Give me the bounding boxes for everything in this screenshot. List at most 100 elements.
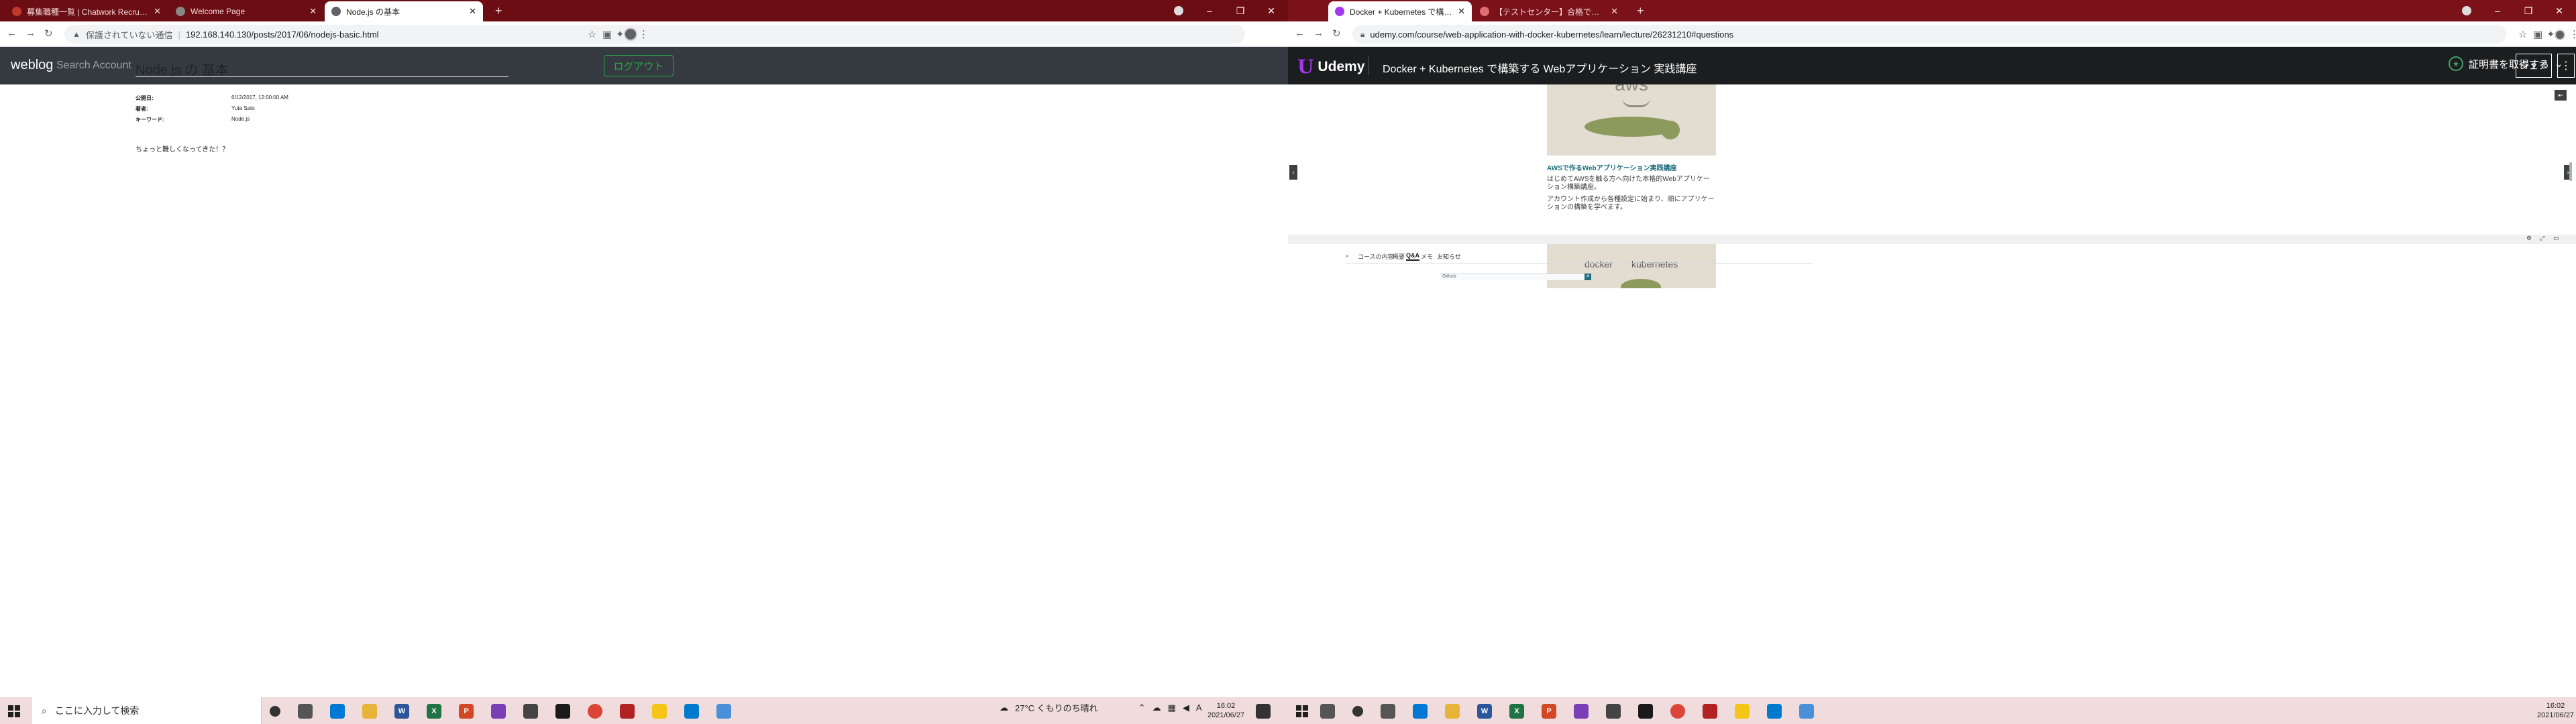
teams-icon[interactable] — [491, 704, 506, 719]
minimize-icon[interactable]: – — [2482, 5, 2513, 16]
clock[interactable]: 16:02 2021/06/27 — [1208, 701, 1244, 720]
folder-icon[interactable] — [652, 704, 667, 719]
browser-tab[interactable]: Welcome Page ✕ — [169, 1, 323, 21]
menu-icon[interactable]: ⋮ — [2569, 28, 2576, 40]
new-tab-icon[interactable]: + — [1637, 4, 1644, 18]
clear-search-button[interactable]: ✕ — [1585, 274, 1591, 280]
share-button[interactable]: シェア — [2516, 54, 2552, 78]
weather-icon[interactable]: ☁ — [1000, 703, 1008, 713]
browser-tab[interactable]: 募集職種一覧 | Chatwork Recruitin ✕ — [5, 1, 168, 21]
restore-icon[interactable]: ❐ — [1225, 5, 1256, 17]
browser-tab-active[interactable]: Docker + Kubernetes で構築する ✕ — [1328, 1, 1472, 21]
search-icon[interactable] — [1320, 704, 1335, 719]
weblog-brand[interactable]: weblog — [11, 58, 53, 73]
volume-icon[interactable]: ◀ — [1183, 703, 1189, 713]
close-tab-icon[interactable]: ✕ — [1611, 6, 1618, 17]
bookmark-star-icon[interactable]: ☆ — [588, 28, 596, 40]
clock[interactable]: 16:02 2021/06/27 — [2537, 701, 2574, 720]
bookmark-star-icon[interactable]: ☆ — [2518, 28, 2527, 40]
app-icon[interactable] — [716, 704, 731, 719]
powerpoint-icon[interactable]: P — [459, 704, 474, 719]
terminal-icon[interactable] — [555, 704, 570, 719]
cloud-icon[interactable]: ☁ — [1152, 703, 1161, 713]
extension-icon[interactable]: ▣ — [2533, 28, 2542, 40]
course-title[interactable]: Docker + Kubernetes で構築する Webアプリケーション 実践… — [1383, 60, 1697, 76]
terminal-icon[interactable] — [1638, 704, 1653, 719]
profile-avatar[interactable] — [624, 27, 637, 41]
chrome-icon[interactable] — [1670, 704, 1685, 719]
close-window-icon[interactable]: ✕ — [2544, 5, 2575, 17]
reload-icon[interactable]: ↻ — [44, 27, 53, 40]
udemy-logo[interactable]: U Udemy — [1297, 56, 1364, 78]
fullscreen-icon[interactable]: ⤢ — [2540, 235, 2544, 242]
powerpoint-icon[interactable]: P — [1542, 704, 1556, 719]
excel-icon[interactable]: X — [427, 704, 441, 719]
tab-qa[interactable]: Q&A — [1406, 252, 1419, 261]
close-tab-icon[interactable]: ✕ — [469, 6, 476, 17]
aws-course-link[interactable]: AWSで作るWebアプリケーション実践講座 — [1547, 162, 1677, 172]
sidebar-toggle-button[interactable]: ⇤ — [2555, 90, 2567, 101]
forward-icon[interactable]: → — [1313, 27, 1324, 39]
app-icon[interactable] — [523, 704, 538, 719]
task-view-icon[interactable] — [298, 704, 313, 719]
ime-indicator[interactable]: A — [1196, 703, 1202, 713]
mail-icon[interactable] — [1413, 704, 1428, 719]
windows-start-icon[interactable] — [1296, 705, 1308, 717]
close-window-icon[interactable]: ✕ — [1256, 5, 1287, 17]
teams-icon[interactable] — [1574, 704, 1589, 719]
close-tab-icon[interactable]: ✕ — [154, 6, 161, 17]
tab-notes[interactable]: メモ — [1421, 252, 1433, 261]
tab-announcements[interactable]: お知らせ — [1437, 252, 1461, 261]
app-icon[interactable] — [1799, 704, 1814, 719]
nav-account-link[interactable]: Account — [93, 60, 131, 72]
file-explorer-icon[interactable] — [362, 704, 377, 719]
warning-icon[interactable]: ▲ — [72, 29, 80, 39]
vscode-icon[interactable] — [1767, 704, 1782, 719]
reload-icon[interactable]: ↻ — [1332, 27, 1341, 40]
back-icon[interactable]: ← — [1295, 27, 1305, 39]
chrome-icon[interactable] — [588, 704, 602, 719]
profile-avatar[interactable] — [2555, 29, 2565, 40]
excel-icon[interactable]: X — [1509, 704, 1524, 719]
lock-icon[interactable]: 🔒︎ — [1360, 29, 1364, 40]
logout-button[interactable]: ログアウト — [604, 55, 674, 76]
theater-mode-icon[interactable]: ▭ — [2553, 235, 2559, 242]
browser-tab[interactable]: 【テストセンター】合格での受検日が近 ✕ — [1473, 1, 1625, 21]
extension-icon[interactable]: ▣ — [602, 28, 612, 40]
more-options-button[interactable]: ⋮ — [2557, 54, 2575, 78]
settings-icon[interactable]: ⚙ — [2526, 235, 2532, 242]
notification-icon[interactable] — [1256, 704, 1271, 719]
scrollbar[interactable] — [2569, 162, 2572, 181]
tab-course-content[interactable]: コースの内容 — [1358, 252, 1394, 261]
acrobat-icon[interactable] — [620, 704, 635, 719]
taskbar-search[interactable]: ⌕ ここに入力して検索 — [32, 697, 262, 724]
new-tab-icon[interactable]: + — [495, 4, 502, 18]
address-bar[interactable]: 🔒︎ udemy.com/course/web-application-with… — [1352, 25, 2506, 44]
aws-course-image[interactable]: aws — [1547, 84, 1716, 156]
back-icon[interactable]: ← — [7, 27, 17, 39]
puzzle-icon[interactable]: ✦ — [616, 28, 625, 40]
mail-icon[interactable] — [330, 704, 345, 719]
acrobat-icon[interactable] — [1703, 704, 1717, 719]
browser-tab-active[interactable]: Node.js の基本 ✕ — [325, 1, 483, 21]
prev-lecture-button[interactable]: ‹ — [1289, 165, 1297, 180]
search-icon[interactable]: ⌕ — [1346, 252, 1349, 259]
task-view-icon[interactable] — [1381, 704, 1395, 719]
app-icon[interactable] — [1606, 704, 1621, 719]
menu-icon[interactable]: ⋮ — [639, 28, 649, 40]
cortana-icon[interactable] — [270, 706, 280, 717]
puzzle-icon[interactable]: ✦ — [2546, 28, 2555, 40]
network-icon[interactable]: ▦ — [1168, 703, 1176, 713]
folder-icon[interactable] — [1735, 704, 1750, 719]
word-icon[interactable]: W — [1477, 704, 1492, 719]
profile-indicator-icon[interactable] — [2462, 6, 2471, 15]
question-search-input[interactable]: Github — [1440, 274, 1585, 280]
vscode-icon[interactable] — [684, 704, 699, 719]
docker-course-image[interactable]: docker kubernetes — [1547, 240, 1716, 288]
restore-icon[interactable]: ❐ — [2513, 5, 2544, 17]
close-tab-icon[interactable]: ✕ — [1458, 6, 1465, 17]
profile-indicator-icon[interactable] — [1174, 6, 1183, 15]
nav-search-link[interactable]: Search — [56, 60, 91, 72]
minimize-icon[interactable]: – — [1194, 5, 1225, 16]
cortana-icon[interactable] — [1352, 706, 1363, 717]
